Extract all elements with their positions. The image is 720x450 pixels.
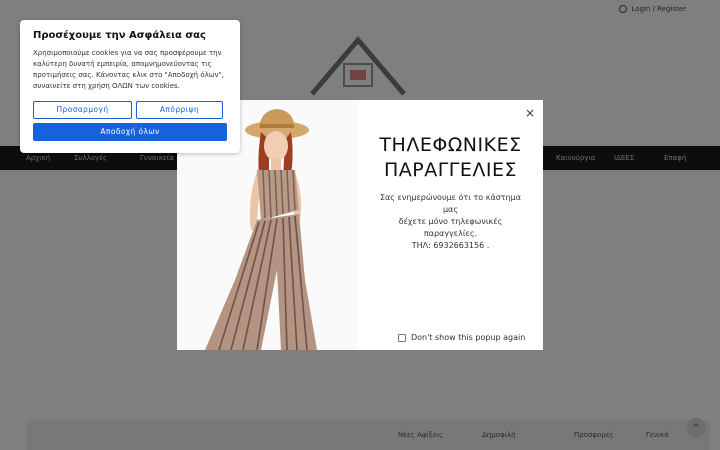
close-icon[interactable]: × [525, 107, 535, 119]
popup-title-line1: ΤΗΛΕΦΩΝΙΚΕΣ [379, 134, 522, 156]
accept-all-button[interactable]: Αποδοχή όλων [33, 123, 227, 141]
cookie-consent-banner: Προσέχουμε την Ασφάλεια σας Χρησιμοποιού… [20, 20, 240, 153]
popup-phone: ΤΗΛ: 6932663156 . [411, 241, 490, 250]
cookie-title: Προσέχουμε την Ασφάλεια σας [33, 30, 206, 41]
popup-message: Σας ενημερώνουμε ότι το κάστημα μας δέχε… [372, 192, 529, 252]
cookie-description-line4: συναινείτε στη χρήση ΟΛΩΝ των cookies. [33, 82, 180, 90]
dont-show-again-option[interactable]: Don't show this popup again [398, 333, 525, 342]
popup-title-line2: ΠΑΡΑΓΓΕΛΙΕΣ [383, 159, 518, 181]
customize-button[interactable]: Προσαρμογή [33, 101, 132, 119]
popup-title: ΤΗΛΕΦΩΝΙΚΕΣ ΠΑΡΑΓΓΕΛΙΕΣ [358, 133, 543, 183]
popup-message-line1: Σας ενημερώνουμε ότι το κάστημα μας [379, 193, 522, 214]
cookie-description: Χρησιμοποιούμε cookies για να σας προσφέ… [33, 48, 233, 92]
cookie-description-line2: καλύτερη δυνατή εμπειρία, απομνημονεύοντ… [33, 60, 212, 68]
cookie-description-line1: Χρησιμοποιούμε cookies για να σας προσφέ… [33, 49, 222, 57]
reject-button[interactable]: Απόρριψη [136, 101, 223, 119]
popup-message-line2: δέχετε μόνο τηλεφωνικές παραγγελίες. [398, 217, 503, 238]
cookie-description-line3: προτιμήσεις σας. Κάνοντας κλικ στο "Αποδ… [33, 71, 224, 79]
dont-show-again-checkbox[interactable] [398, 333, 406, 342]
dont-show-again-label: Don't show this popup again [411, 333, 526, 342]
